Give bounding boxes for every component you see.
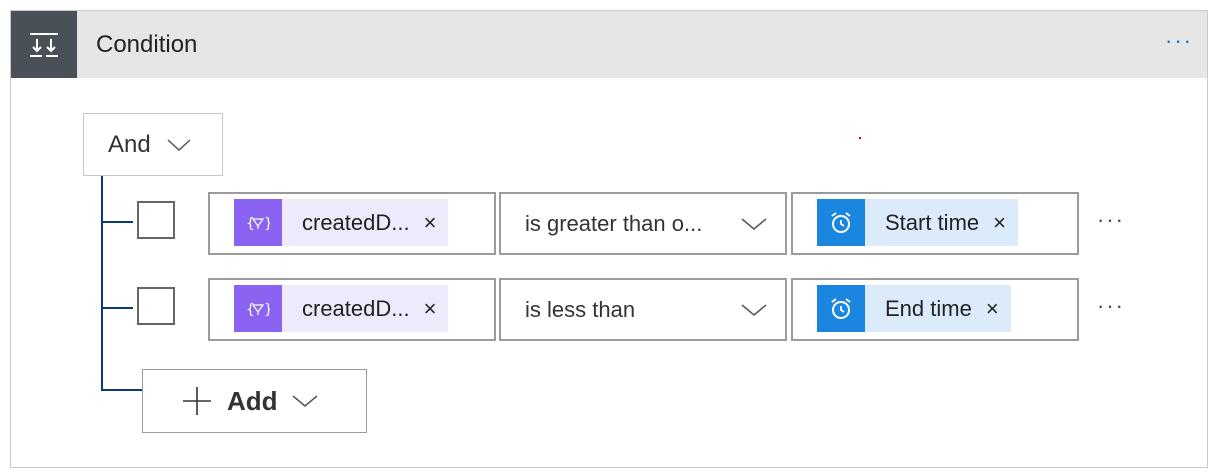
tree-connector-vertical xyxy=(101,176,103,391)
row-checkbox[interactable] xyxy=(137,201,175,239)
alarm-clock-icon xyxy=(817,199,865,246)
right-operand-field[interactable]: Start time × xyxy=(791,192,1079,255)
chevron-down-icon xyxy=(737,303,771,317)
operator-dropdown[interactable]: is less than xyxy=(499,278,787,341)
remove-token-button[interactable]: × xyxy=(972,296,1011,322)
token-label: createdD... xyxy=(302,295,410,321)
token-label: createdD... xyxy=(302,209,410,235)
chevron-down-icon xyxy=(292,394,318,408)
dynamic-content-token[interactable]: Start time × xyxy=(817,199,1018,246)
left-operand-field[interactable]: { } createdD... × xyxy=(208,278,496,341)
condition-card: Condition ··· And { } createdD... × xyxy=(10,10,1208,468)
row-more-options-button[interactable]: ··· xyxy=(1097,207,1125,233)
operator-dropdown[interactable]: is greater than o... xyxy=(499,192,787,255)
dynamic-content-token[interactable]: { } createdD... × xyxy=(234,199,449,246)
add-button[interactable]: Add xyxy=(142,369,367,433)
row-checkbox[interactable] xyxy=(137,287,175,325)
remove-token-button[interactable]: × xyxy=(979,210,1018,236)
condition-icon xyxy=(11,11,77,78)
operator-label: is greater than o... xyxy=(525,210,703,236)
card-title: Condition xyxy=(96,31,198,58)
dynamic-content-token[interactable]: { } createdD... × xyxy=(234,285,449,332)
dynamic-content-token[interactable]: End time × xyxy=(817,285,1011,332)
remove-token-button[interactable]: × xyxy=(410,296,449,322)
card-header[interactable]: Condition ··· xyxy=(11,11,1207,78)
operator-label: is less than xyxy=(525,296,636,322)
left-operand-field[interactable]: { } createdD... × xyxy=(208,192,496,255)
svg-text:{: { xyxy=(246,216,255,232)
right-operand-field[interactable]: End time × xyxy=(791,278,1079,341)
row-more-options-button[interactable]: ··· xyxy=(1097,293,1125,319)
more-options-button[interactable]: ··· xyxy=(1165,11,1193,78)
token-label: Start time xyxy=(885,209,980,235)
tree-connector-row-2 xyxy=(101,307,133,309)
svg-text:{: { xyxy=(246,302,255,318)
stray-mark xyxy=(859,137,861,139)
expression-icon: { } xyxy=(234,199,282,246)
tree-connector-add xyxy=(101,389,143,391)
chevron-down-icon xyxy=(737,217,771,231)
tree-connector-row-1 xyxy=(101,221,133,223)
group-operator-label: And xyxy=(108,130,151,158)
expression-icon: { } xyxy=(234,285,282,332)
svg-text:}: } xyxy=(264,302,270,318)
token-label: End time xyxy=(885,295,972,321)
remove-token-button[interactable]: × xyxy=(410,210,449,236)
group-operator-dropdown[interactable]: And xyxy=(83,113,223,176)
chevron-down-icon xyxy=(167,138,191,152)
alarm-clock-icon xyxy=(817,285,865,332)
add-button-label: Add xyxy=(227,385,278,416)
plus-icon xyxy=(181,385,213,417)
svg-text:}: } xyxy=(264,216,270,232)
